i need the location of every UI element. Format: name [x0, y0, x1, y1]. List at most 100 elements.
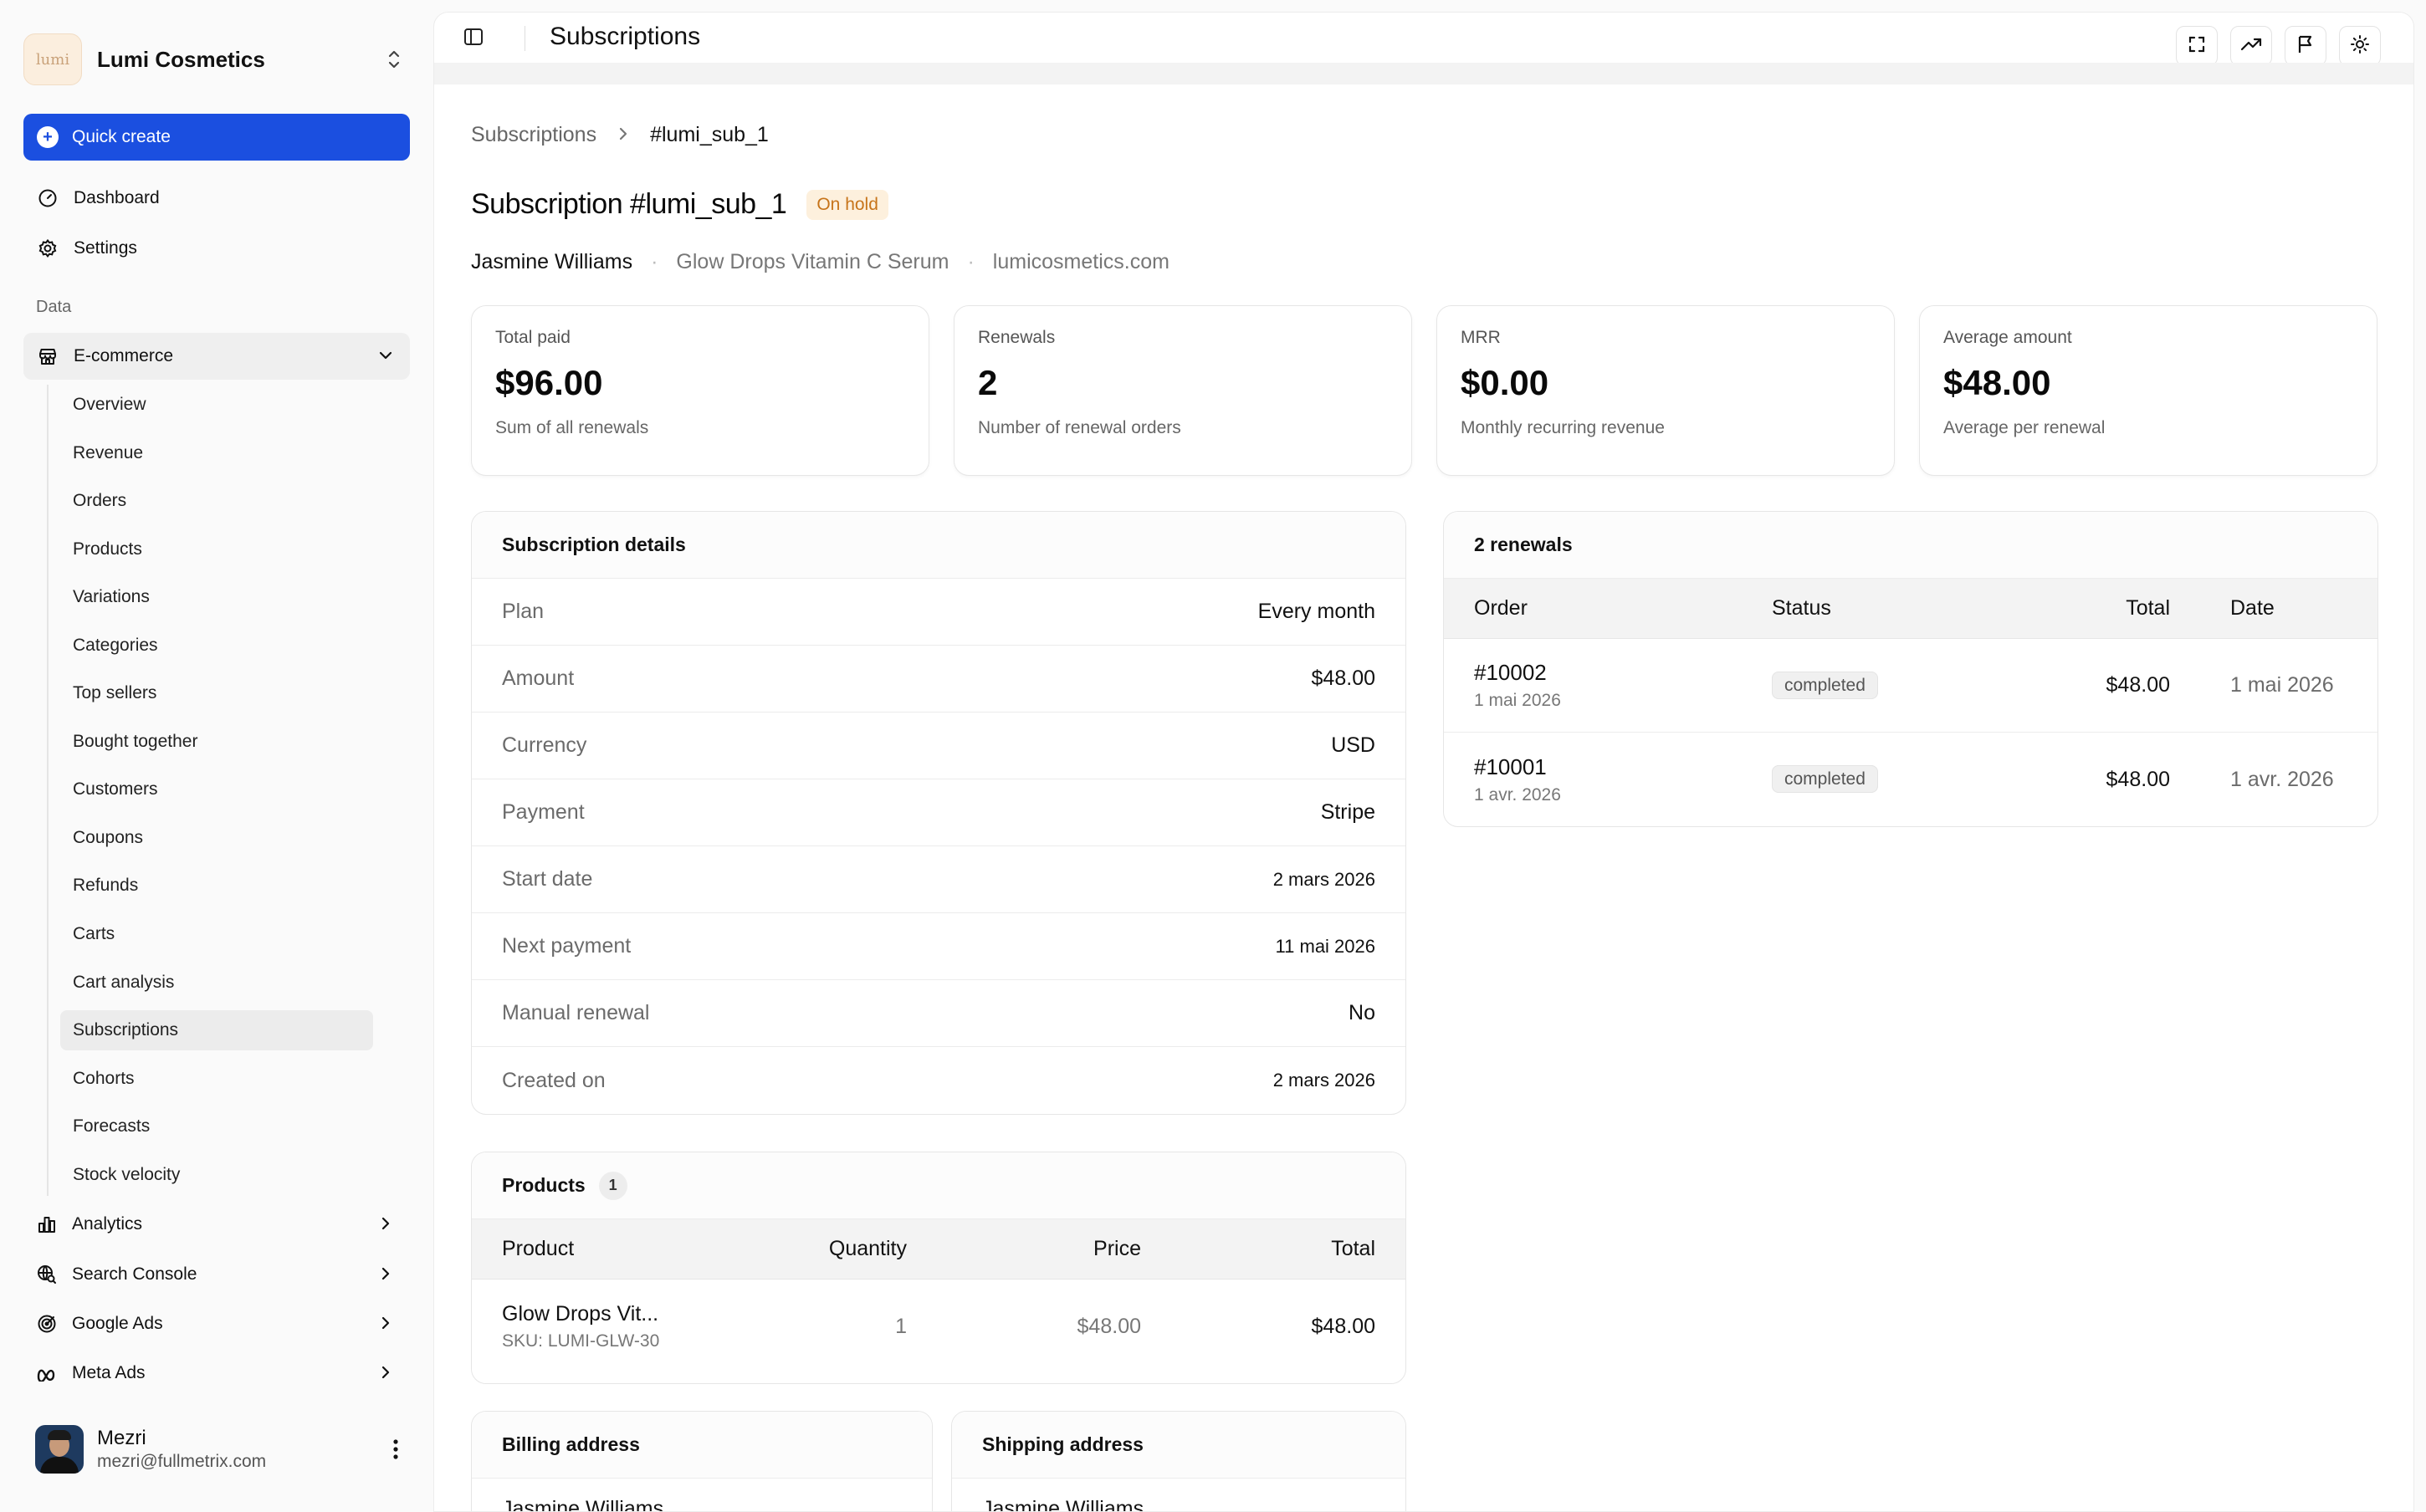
- table-row[interactable]: #10002 1 mai 2026 completed $48.00 1 mai…: [1444, 639, 2377, 733]
- subnav-item-overview[interactable]: Overview: [60, 385, 373, 425]
- card-title: 2 renewals: [1444, 512, 2377, 579]
- order-number[interactable]: #10001: [1474, 754, 1772, 780]
- nav-settings[interactable]: Settings: [23, 227, 410, 270]
- column-header-total[interactable]: Total: [1984, 596, 2170, 621]
- subnav-item-cohorts[interactable]: Cohorts: [60, 1059, 373, 1099]
- subnav-item-products[interactable]: Products: [60, 529, 373, 570]
- topbar-band: [434, 63, 2413, 84]
- customer-name[interactable]: Jasmine Williams: [471, 250, 632, 274]
- subnav-item-stock-velocity[interactable]: Stock velocity: [60, 1155, 373, 1195]
- subnav-item-coupons[interactable]: Coupons: [60, 818, 373, 858]
- subnav-item-carts[interactable]: Carts: [60, 914, 373, 954]
- chevrons-up-down-icon: [380, 43, 408, 76]
- topbar-title: Subscriptions: [550, 23, 701, 50]
- subnav-item-forecasts[interactable]: Forecasts: [60, 1106, 373, 1147]
- stat-value: 2: [978, 363, 998, 402]
- renewal-date: 1 mai 2026: [2230, 673, 2334, 697]
- shipping-address-card: Shipping address Jasmine Williams: [951, 1411, 1406, 1511]
- store-icon: [37, 345, 59, 367]
- store-switcher[interactable]: lumi Lumi Cosmetics: [23, 28, 408, 90]
- nav-group-google-ads[interactable]: Google Ads: [23, 1302, 410, 1346]
- gauge-icon: [37, 187, 59, 209]
- main-panel: Subscriptions Subscriptions #lumi_sub_1 …: [433, 12, 2414, 1512]
- table-row[interactable]: #10001 1 avr. 2026 completed $48.00 1 av…: [1444, 733, 2377, 826]
- fullscreen-button[interactable]: [2176, 26, 2218, 66]
- column-header-status[interactable]: Status: [1772, 596, 1984, 621]
- breadcrumb-parent[interactable]: Subscriptions: [471, 123, 596, 147]
- user-email: mezri@fullmetrix.com: [97, 1452, 267, 1471]
- product-name[interactable]: Glow Drops Vit...: [502, 1302, 790, 1326]
- subnav-item-cart-analysis[interactable]: Cart analysis: [60, 963, 373, 1003]
- subscription-meta: Jasmine Williams · Glow Drops Vitamin C …: [471, 250, 1169, 274]
- count-badge: 1: [598, 1171, 627, 1200]
- subnav-line: [47, 385, 49, 1196]
- subscription-details-card: Subscription details Plan Every month Am…: [471, 511, 1406, 1115]
- order-number[interactable]: #10002: [1474, 660, 1772, 686]
- detail-row-amount: Amount $48.00: [472, 646, 1405, 713]
- subnav-item-orders[interactable]: Orders: [60, 481, 373, 521]
- status-pill: completed: [1772, 671, 1878, 699]
- subnav-item-subscriptions[interactable]: Subscriptions: [60, 1010, 373, 1050]
- meta-separator: ·: [967, 250, 975, 273]
- column-header-order[interactable]: Order: [1444, 596, 1772, 621]
- nav-search-console-label: Search Console: [72, 1264, 197, 1284]
- subnav-item-categories[interactable]: Categories: [60, 626, 373, 666]
- detail-value: 2 mars 2026: [1272, 1070, 1375, 1091]
- subnav-item-variations[interactable]: Variations: [60, 577, 373, 617]
- chevron-right-icon: [376, 1264, 395, 1288]
- nav-analytics-label: Analytics: [72, 1214, 143, 1234]
- table-row[interactable]: Glow Drops Vit... SKU: LUMI-GLW-30 1 $48…: [472, 1280, 1405, 1373]
- detail-value: 2 mars 2026: [1272, 868, 1375, 890]
- order-total: $48.00: [2106, 673, 2170, 697]
- stat-value: $96.00: [495, 363, 603, 402]
- subnav-item-bought-together[interactable]: Bought together: [60, 722, 373, 762]
- nav-ecommerce-label: E-commerce: [74, 346, 174, 365]
- target-icon: [35, 1312, 59, 1336]
- more-vertical-icon[interactable]: [383, 1438, 408, 1460]
- nav-group-search-console[interactable]: Search Console: [23, 1253, 410, 1296]
- subnav-item-refunds[interactable]: Refunds: [60, 866, 373, 906]
- user-profile[interactable]: Mezri mezri@fullmetrix.com: [35, 1422, 408, 1477]
- detail-value: Stripe: [1320, 800, 1375, 824]
- sidebar-toggle-icon[interactable]: [463, 26, 486, 49]
- chevron-right-icon: [376, 1314, 395, 1337]
- column-header-total[interactable]: Total: [1141, 1237, 1375, 1261]
- nav-dashboard-label: Dashboard: [74, 188, 160, 207]
- detail-key: Manual renewal: [502, 1001, 650, 1024]
- detail-row-currency: Currency USD: [472, 713, 1405, 779]
- sidebar: lumi Lumi Cosmetics + Quick create Dashb…: [0, 0, 432, 1512]
- detail-row-manual-renewal: Manual renewal No: [472, 980, 1405, 1047]
- detail-row-start-date: Start date 2 mars 2026: [472, 846, 1405, 913]
- column-header-price[interactable]: Price: [907, 1237, 1141, 1261]
- trending-button[interactable]: [2230, 26, 2272, 66]
- nav-group-meta-ads[interactable]: Meta Ads: [23, 1351, 410, 1395]
- billing-name: Jasmine Williams: [502, 1497, 664, 1512]
- column-header-product[interactable]: Product: [472, 1237, 790, 1261]
- detail-row-created-on: Created on 2 mars 2026: [472, 1047, 1405, 1114]
- topbar: Subscriptions: [434, 13, 2413, 66]
- column-header-quantity[interactable]: Quantity: [790, 1237, 907, 1261]
- product-quantity: 1: [895, 1314, 907, 1338]
- subnav-item-revenue[interactable]: Revenue: [60, 433, 373, 473]
- stat-subtitle: Average per renewal: [1943, 418, 2106, 437]
- quick-create-button[interactable]: + Quick create: [23, 114, 410, 161]
- detail-key: Currency: [502, 733, 587, 757]
- gear-icon: [37, 238, 59, 259]
- detail-key: Created on: [502, 1068, 606, 1092]
- detail-key: Start date: [502, 867, 593, 891]
- chevron-right-icon: [376, 1214, 395, 1238]
- nav-dashboard[interactable]: Dashboard: [23, 176, 410, 220]
- nav-group-analytics[interactable]: Analytics: [23, 1203, 410, 1246]
- subnav-item-customers[interactable]: Customers: [60, 769, 373, 810]
- nav-group-ecommerce[interactable]: E-commerce: [23, 333, 410, 380]
- renewal-date: 1 avr. 2026: [2230, 767, 2334, 791]
- card-title: Shipping address: [952, 1412, 1405, 1479]
- column-header-date[interactable]: Date: [2170, 596, 2275, 621]
- theme-button[interactable]: [2339, 26, 2381, 66]
- page-header: Subscription #lumi_sub_1 On hold: [471, 188, 888, 221]
- card-title: Products: [502, 1174, 586, 1196]
- flag-button[interactable]: [2285, 26, 2326, 66]
- stat-card-renewals: Renewals 2 Number of renewal orders: [954, 305, 1412, 476]
- subnav-item-top-sellers[interactable]: Top sellers: [60, 673, 373, 713]
- card-title: Subscription details: [472, 512, 1405, 579]
